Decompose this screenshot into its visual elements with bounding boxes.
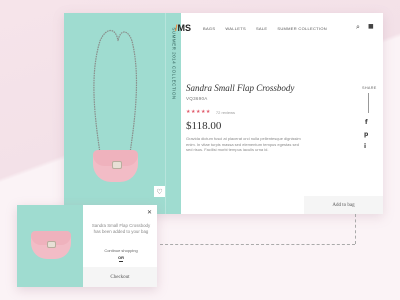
pinterest-icon[interactable]: p (364, 131, 368, 138)
share-divider (368, 93, 369, 113)
product-image: ♡ (64, 13, 165, 214)
nav-item-wallets[interactable]: WALLETS (225, 26, 246, 31)
logo-text: MS (177, 23, 192, 33)
shopping-bag-icon[interactable]: ■ (368, 23, 374, 30)
product-rating: ★★★★★ 72 reviews (186, 109, 235, 115)
checkout-button[interactable]: Checkout (83, 267, 157, 287)
nav-item-bags[interactable]: BAGS (203, 26, 215, 31)
add-to-bag-button[interactable]: Add to bag (304, 196, 383, 214)
instagram-icon[interactable]: i (364, 143, 366, 150)
continue-shopping-link[interactable]: Continue shopping (89, 248, 153, 253)
heart-icon: ♡ (156, 187, 163, 196)
brand-logo[interactable]: /MS (175, 23, 191, 33)
connector-line (160, 244, 355, 245)
popup-bag-clasp (47, 241, 56, 248)
or-label: OR (118, 255, 124, 260)
product-description: Gravida dictum fusci at placerat orci nu… (186, 136, 301, 153)
product-price: $118.00 (186, 120, 222, 132)
product-title: Sandra Small Flap Crossbody (186, 83, 295, 93)
facebook-icon[interactable]: f (365, 119, 368, 126)
main-nav: BAGS WALLETS SALE SUMMER COLLECTION (203, 26, 327, 31)
added-to-bag-popup: ✕ Sandra Small Flap Crossbody has been a… (17, 205, 157, 287)
bag-chain (93, 29, 138, 154)
bag-body (93, 150, 138, 182)
wishlist-button[interactable]: ♡ (154, 186, 165, 197)
nav-item-summer-collection[interactable]: SUMMER COLLECTION (277, 26, 327, 31)
nav-item-sale[interactable]: SALE (256, 26, 267, 31)
close-icon[interactable]: ✕ (147, 209, 152, 216)
search-icon[interactable]: ⌕ (356, 23, 360, 32)
product-sku: VQ3690A (186, 96, 208, 101)
product-card: ♡ SUMMER 2014 COLLECTION /MS BAGS WALLET… (64, 13, 383, 214)
rating-stars: ★★★★★ (186, 109, 211, 115)
or-divider (119, 261, 123, 262)
share-label: SHARE (362, 86, 377, 90)
connector-line (355, 214, 356, 244)
collection-strip[interactable]: SUMMER 2014 COLLECTION (165, 13, 181, 214)
bag-clasp (112, 161, 122, 169)
popup-message: Sandra Small Flap Crossbody has been add… (91, 223, 151, 234)
review-count[interactable]: 72 reviews (216, 110, 235, 115)
collection-strip-label: SUMMER 2014 COLLECTION (171, 27, 176, 100)
popup-bag (31, 231, 71, 259)
popup-product-image (17, 205, 83, 287)
